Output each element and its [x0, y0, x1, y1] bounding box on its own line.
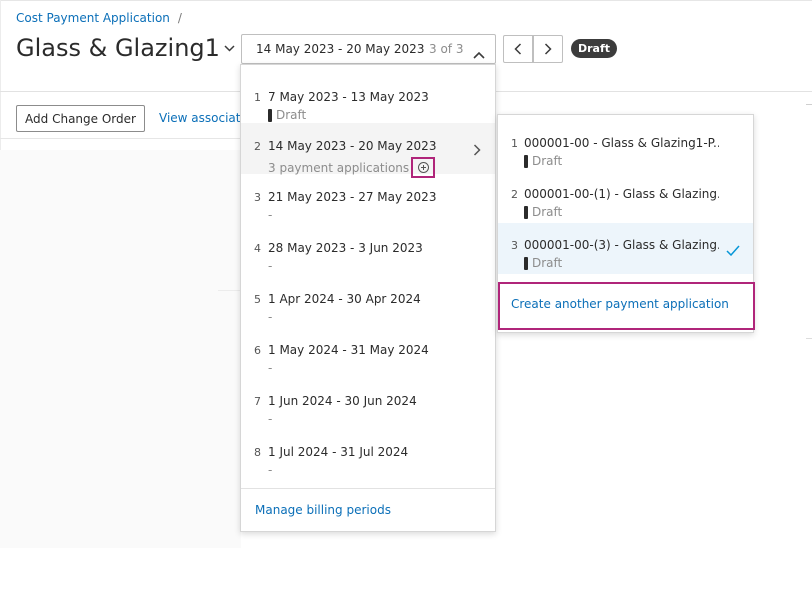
status-bar-icon — [524, 205, 528, 219]
period-number: 6 — [254, 344, 261, 357]
chevron-right-icon — [544, 40, 552, 59]
application-item-selected[interactable]: 3 000001-00-(3) - Glass & Glazing... Dra… — [498, 223, 753, 274]
period-number: 2 — [254, 140, 261, 153]
breadcrumb-link[interactable]: Cost Payment Application — [16, 11, 170, 25]
application-status: Draft — [524, 154, 562, 168]
application-status-text: Draft — [532, 256, 563, 270]
period-item[interactable]: 8 1 Jul 2024 - 31 Jul 2024 - — [241, 429, 495, 480]
period-label: 28 May 2023 - 3 Jun 2023 — [268, 241, 423, 255]
period-number: 3 — [254, 191, 261, 204]
application-status-text: Draft — [532, 205, 563, 219]
content-rule — [218, 290, 241, 291]
breadcrumb: Cost Payment Application / — [16, 11, 182, 25]
application-status: Draft — [524, 256, 562, 270]
application-item[interactable]: 2 000001-00-(1) - Glass & Glazing... Dra… — [498, 172, 753, 223]
application-number: 3 — [511, 239, 518, 252]
application-number: 1 — [511, 137, 518, 150]
period-status-text: - — [268, 208, 273, 222]
chevron-left-icon — [514, 40, 522, 59]
period-status-text: Draft — [276, 108, 307, 122]
period-item[interactable]: 5 1 Apr 2024 - 30 Apr 2024 - — [241, 276, 495, 327]
period-item-active[interactable]: 2 14 May 2023 - 20 May 2023 3 payment ap… — [241, 123, 495, 178]
period-number: 7 — [254, 395, 261, 408]
period-status-text: - — [268, 259, 273, 273]
period-label: 1 Jun 2024 - 30 Jun 2024 — [268, 394, 417, 408]
page: Cost Payment Application / Glass & Glazin… — [0, 0, 812, 610]
next-period-button[interactable] — [533, 35, 563, 63]
toolbar-divider — [0, 138, 241, 139]
breadcrumb-separator: / — [177, 11, 182, 25]
period-item[interactable]: 6 1 May 2024 - 31 May 2024 - — [241, 327, 495, 378]
status-bar-icon — [524, 256, 528, 270]
chevron-up-icon — [473, 44, 485, 63]
period-label: 1 Apr 2024 - 30 Apr 2024 — [268, 292, 421, 306]
create-application-highlight: Create another payment application — [498, 282, 755, 330]
title-selector[interactable]: Glass & Glazing1 — [16, 34, 236, 62]
plus-circle-icon — [417, 162, 429, 173]
checkmark-icon — [726, 241, 740, 260]
application-item[interactable]: 1 000001-00 - Glass & Glazing1-P... Draf… — [498, 121, 753, 172]
period-number: 5 — [254, 293, 261, 306]
period-number: 8 — [254, 446, 261, 459]
content-area — [0, 150, 241, 548]
manage-billing-periods-link[interactable]: Manage billing periods — [255, 503, 391, 517]
previous-period-button[interactable] — [503, 35, 533, 63]
period-item[interactable]: 1 7 May 2023 - 13 May 2023 Draft — [241, 74, 495, 125]
period-item[interactable]: 4 28 May 2023 - 3 Jun 2023 - — [241, 225, 495, 276]
period-label: 21 May 2023 - 27 May 2023 — [268, 190, 437, 204]
application-status: Draft — [524, 205, 562, 219]
application-status-text: Draft — [532, 154, 563, 168]
add-change-order-button[interactable]: Add Change Order — [16, 105, 145, 132]
billing-period-select[interactable]: 14 May 2023 - 20 May 2023 3 of 3 — [241, 34, 496, 64]
create-payment-application-link[interactable]: Create another payment application — [511, 297, 729, 311]
period-status-text: - — [268, 412, 273, 426]
status-bar-icon — [524, 154, 528, 168]
period-label: 7 May 2023 - 13 May 2023 — [268, 90, 429, 104]
status-badge: Draft — [571, 39, 618, 58]
divider-stub — [806, 104, 812, 105]
period-status-text: - — [268, 463, 273, 477]
status-bar-icon — [268, 108, 272, 122]
application-label: 000001-00-(1) - Glass & Glazing... — [524, 187, 719, 201]
period-number: 4 — [254, 242, 261, 255]
application-number: 2 — [511, 188, 518, 201]
period-item[interactable]: 7 1 Jun 2024 - 30 Jun 2024 - — [241, 378, 495, 429]
chevron-right-icon — [473, 141, 481, 160]
period-label: 1 May 2024 - 31 May 2024 — [268, 343, 429, 357]
period-number: 1 — [254, 91, 261, 104]
payment-applications-submenu: 1 000001-00 - Glass & Glazing1-P... Draf… — [497, 114, 755, 333]
application-label: 000001-00-(3) - Glass & Glazing... — [524, 238, 719, 252]
application-label: 000001-00 - Glass & Glazing1-P... — [524, 136, 719, 150]
chevron-down-icon — [224, 42, 236, 54]
view-associated-link[interactable]: View associate — [159, 111, 248, 125]
period-status-text: 3 payment applications — [268, 160, 410, 175]
billing-period-counter: 3 of 3 — [429, 42, 464, 56]
period-item[interactable]: 3 21 May 2023 - 27 May 2023 - — [241, 174, 495, 225]
dropdown-divider — [241, 488, 495, 489]
billing-period-dropdown: 1 7 May 2023 - 13 May 2023 Draft 2 14 Ma… — [240, 64, 496, 532]
period-status-text: - — [268, 310, 273, 324]
divider-stub-lower — [806, 338, 812, 339]
page-title: Glass & Glazing1 — [16, 34, 220, 62]
period-status: Draft — [268, 108, 306, 122]
period-label: 1 Jul 2024 - 31 Jul 2024 — [268, 445, 409, 459]
period-label: 14 May 2023 - 20 May 2023 — [268, 139, 437, 153]
period-status-text: - — [268, 361, 273, 375]
billing-period-value: 14 May 2023 - 20 May 2023 — [256, 42, 425, 56]
